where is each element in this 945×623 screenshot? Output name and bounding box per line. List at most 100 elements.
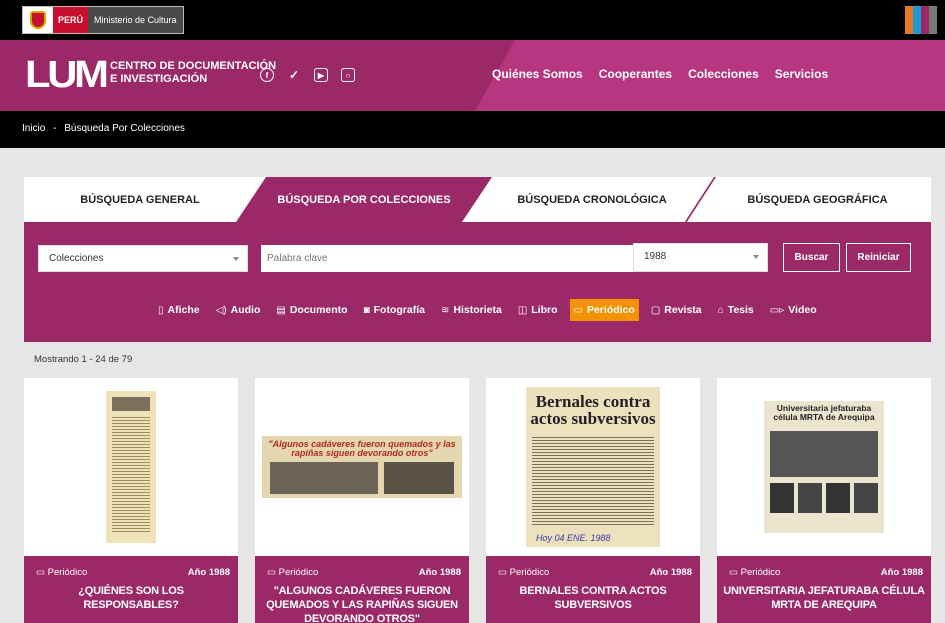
type-revista[interactable]: ▢ Revista bbox=[647, 299, 706, 321]
type-audio[interactable]: ◁) Audio bbox=[212, 299, 265, 321]
result-card[interactable]: Universitaria jefaturaba célula MRTA de … bbox=[717, 378, 931, 623]
newspaper-icon: ▭ bbox=[573, 304, 583, 316]
result-card[interactable]: "Algunos cadáveres fueron quemados y las… bbox=[255, 378, 469, 623]
type-periodico[interactable]: ▭ Periódico bbox=[569, 299, 639, 321]
collections-select[interactable]: Colecciones bbox=[38, 245, 248, 272]
card-year: Año 1988 bbox=[649, 567, 692, 578]
breadcrumb-separator: - bbox=[53, 123, 57, 134]
card-year: Año 1988 bbox=[187, 567, 230, 578]
card-title[interactable]: ¿QUIÉNES SON LOS RESPONSABLES? bbox=[30, 584, 232, 612]
clip-headline: Bernales contra actos subversivos bbox=[530, 392, 656, 428]
poster-icon: ▯ bbox=[158, 304, 164, 316]
breadcrumb-current: Búsqueda Por Colecciones bbox=[64, 123, 185, 134]
collections-select-value: Colecciones bbox=[49, 253, 104, 264]
card-type-label: Periódico bbox=[740, 567, 781, 578]
card-title[interactable]: UNIVERSITARIA JEFATURABA CÉLULA MRTA DE … bbox=[723, 584, 925, 612]
breadcrumb: Inicio - Búsqueda Por Colecciones bbox=[0, 111, 945, 148]
card-thumbnail: "Algunos cadáveres fueron quemados y las… bbox=[255, 378, 469, 556]
nav-colecciones[interactable]: Colecciones bbox=[688, 67, 759, 81]
card-type-label: Periódico bbox=[47, 567, 88, 578]
type-fotografia[interactable]: ◙ Fotografía bbox=[360, 299, 429, 321]
card-type: ▭ Periódico bbox=[267, 567, 318, 578]
social-links: f ✓ ▶ ○ bbox=[260, 68, 355, 82]
keyword-input[interactable] bbox=[261, 245, 649, 272]
logo-text-line1: CENTRO DE DOCUMENTACIÓN bbox=[110, 60, 277, 72]
newspaper-icon: ▭ bbox=[36, 567, 48, 578]
year-select-value: 1988 bbox=[644, 251, 667, 262]
magazine-icon: ▢ bbox=[650, 304, 661, 316]
main-nav: Quiénes Somos Cooperantes Colecciones Se… bbox=[492, 67, 828, 81]
chevron-down-icon bbox=[753, 255, 759, 259]
comic-icon: ≋ bbox=[440, 304, 450, 316]
filter-panel: Colecciones 1988 Buscar Reiniciar ▯Afich… bbox=[24, 222, 931, 342]
type-label: Revista bbox=[664, 304, 702, 316]
type-label: Libro bbox=[531, 304, 558, 316]
gov-peru-label: PERÚ bbox=[53, 7, 89, 33]
type-documento[interactable]: ▤ Documento bbox=[272, 299, 351, 321]
type-video[interactable]: ▭▹ Video bbox=[766, 299, 821, 321]
reset-button[interactable]: Reiniciar bbox=[846, 243, 911, 272]
newspaper-icon: ▭ bbox=[498, 567, 510, 578]
card-type-label: Periódico bbox=[278, 567, 319, 578]
clip-handwritten-date: Hoy 04 ENE. 1988 bbox=[536, 533, 611, 543]
card-footer: ▭ Periódico Año 1988 BERNALES CONTRA ACT… bbox=[486, 556, 700, 623]
card-title[interactable]: "ALGUNOS CADÁVERES FUERON QUEMADOS Y LAS… bbox=[261, 584, 463, 623]
logo-text-line2: E INVESTIGACIÓN bbox=[110, 73, 208, 85]
graduation-icon: ⌂ bbox=[717, 304, 724, 316]
search-button[interactable]: Buscar bbox=[783, 243, 840, 272]
lum-logo[interactable]: LUM bbox=[25, 56, 109, 94]
type-label: Audio bbox=[230, 304, 261, 316]
newspaper-clipping-image: Universitaria jefaturaba célula MRTA de … bbox=[764, 401, 884, 533]
type-filters: ▯ Afiche ◁) Audio ▤ Documento ◙ Fotografía ≋… bbox=[154, 299, 829, 321]
newspaper-clipping-image: Bernales contra actos subversivos Hoy 04… bbox=[526, 387, 660, 547]
card-type: ▭ Periódico bbox=[729, 567, 780, 578]
nav-servicios[interactable]: Servicios bbox=[775, 67, 828, 81]
tab-busqueda-geografica[interactable]: BÚSQUEDA GEOGRÁFICA bbox=[704, 177, 931, 222]
gov-bar: PERÚ Ministerio de Cultura bbox=[0, 0, 945, 40]
card-type-label: Periódico bbox=[509, 567, 550, 578]
camera-icon: ◙ bbox=[363, 304, 370, 316]
card-thumbnail bbox=[24, 378, 238, 556]
card-year: Año 1988 bbox=[418, 567, 461, 578]
type-libro[interactable]: ◫ Libro bbox=[514, 299, 562, 321]
tab-busqueda-cronologica[interactable]: BÚSQUEDA CRONOLÓGICA bbox=[472, 177, 712, 222]
card-footer: ▭ Periódico Año 1988 "ALGUNOS CADÁVERES … bbox=[255, 556, 469, 623]
gov-badge[interactable]: PERÚ Ministerio de Cultura bbox=[22, 6, 184, 34]
result-card[interactable]: ▭ Periódico Año 1988 ¿QUIÉNES SON LOS RE… bbox=[24, 378, 238, 623]
newspaper-clipping-image: "Algunos cadáveres fueron quemados y las… bbox=[262, 436, 462, 498]
tab-busqueda-colecciones[interactable]: BÚSQUEDA POR COLECCIONES bbox=[236, 177, 492, 222]
year-select[interactable]: 1988 bbox=[633, 243, 768, 272]
type-label: Afiche bbox=[167, 304, 200, 316]
card-footer: ▭ Periódico Año 1988 ¿QUIÉNES SON LOS RE… bbox=[24, 556, 238, 623]
gov-ministry-label: Ministerio de Cultura bbox=[88, 7, 183, 33]
facebook-icon[interactable]: f bbox=[260, 68, 274, 82]
card-thumbnail: Universitaria jefaturaba célula MRTA de … bbox=[717, 378, 931, 556]
type-label: Fotografía bbox=[373, 304, 425, 316]
clip-headline: "Algunos cadáveres fueron quemados y las… bbox=[268, 439, 456, 458]
type-afiche[interactable]: ▯ Afiche bbox=[154, 299, 204, 321]
tab-busqueda-general[interactable]: BÚSQUEDA GENERAL bbox=[24, 177, 256, 222]
peru-shield-icon bbox=[23, 7, 53, 33]
newspaper-icon: ▭ bbox=[729, 567, 741, 578]
nav-cooperantes[interactable]: Cooperantes bbox=[599, 67, 672, 81]
type-tesis[interactable]: ⌂ Tesis bbox=[714, 299, 758, 321]
result-card[interactable]: Bernales contra actos subversivos Hoy 04… bbox=[486, 378, 700, 623]
site-header: LUM CENTRO DE DOCUMENTACIÓN E INVESTIGAC… bbox=[0, 40, 945, 111]
card-thumbnail: Bernales contra actos subversivos Hoy 04… bbox=[486, 378, 700, 556]
twitter-icon[interactable]: ✓ bbox=[287, 68, 301, 82]
type-historieta[interactable]: ≋ Historieta bbox=[437, 299, 506, 321]
type-label: Video bbox=[788, 304, 817, 316]
card-footer: ▭ Periódico Año 1988 UNIVERSITARIA JEFAT… bbox=[717, 556, 931, 623]
document-icon: ▤ bbox=[276, 304, 286, 316]
chevron-down-icon bbox=[233, 257, 239, 261]
newspaper-clipping-image bbox=[106, 391, 156, 543]
youtube-icon[interactable]: ▶ bbox=[314, 68, 328, 82]
breadcrumb-home[interactable]: Inicio bbox=[22, 123, 45, 134]
instagram-icon[interactable]: ○ bbox=[341, 68, 355, 82]
nav-quienes-somos[interactable]: Quiénes Somos bbox=[492, 67, 583, 81]
clip-headline: Universitaria jefaturaba célula MRTA de … bbox=[773, 403, 875, 422]
type-label: Historieta bbox=[453, 304, 502, 316]
card-title[interactable]: BERNALES CONTRA ACTOS SUBVERSIVOS bbox=[492, 584, 694, 612]
type-label: Documento bbox=[289, 304, 348, 316]
card-type: ▭ Periódico bbox=[498, 567, 549, 578]
